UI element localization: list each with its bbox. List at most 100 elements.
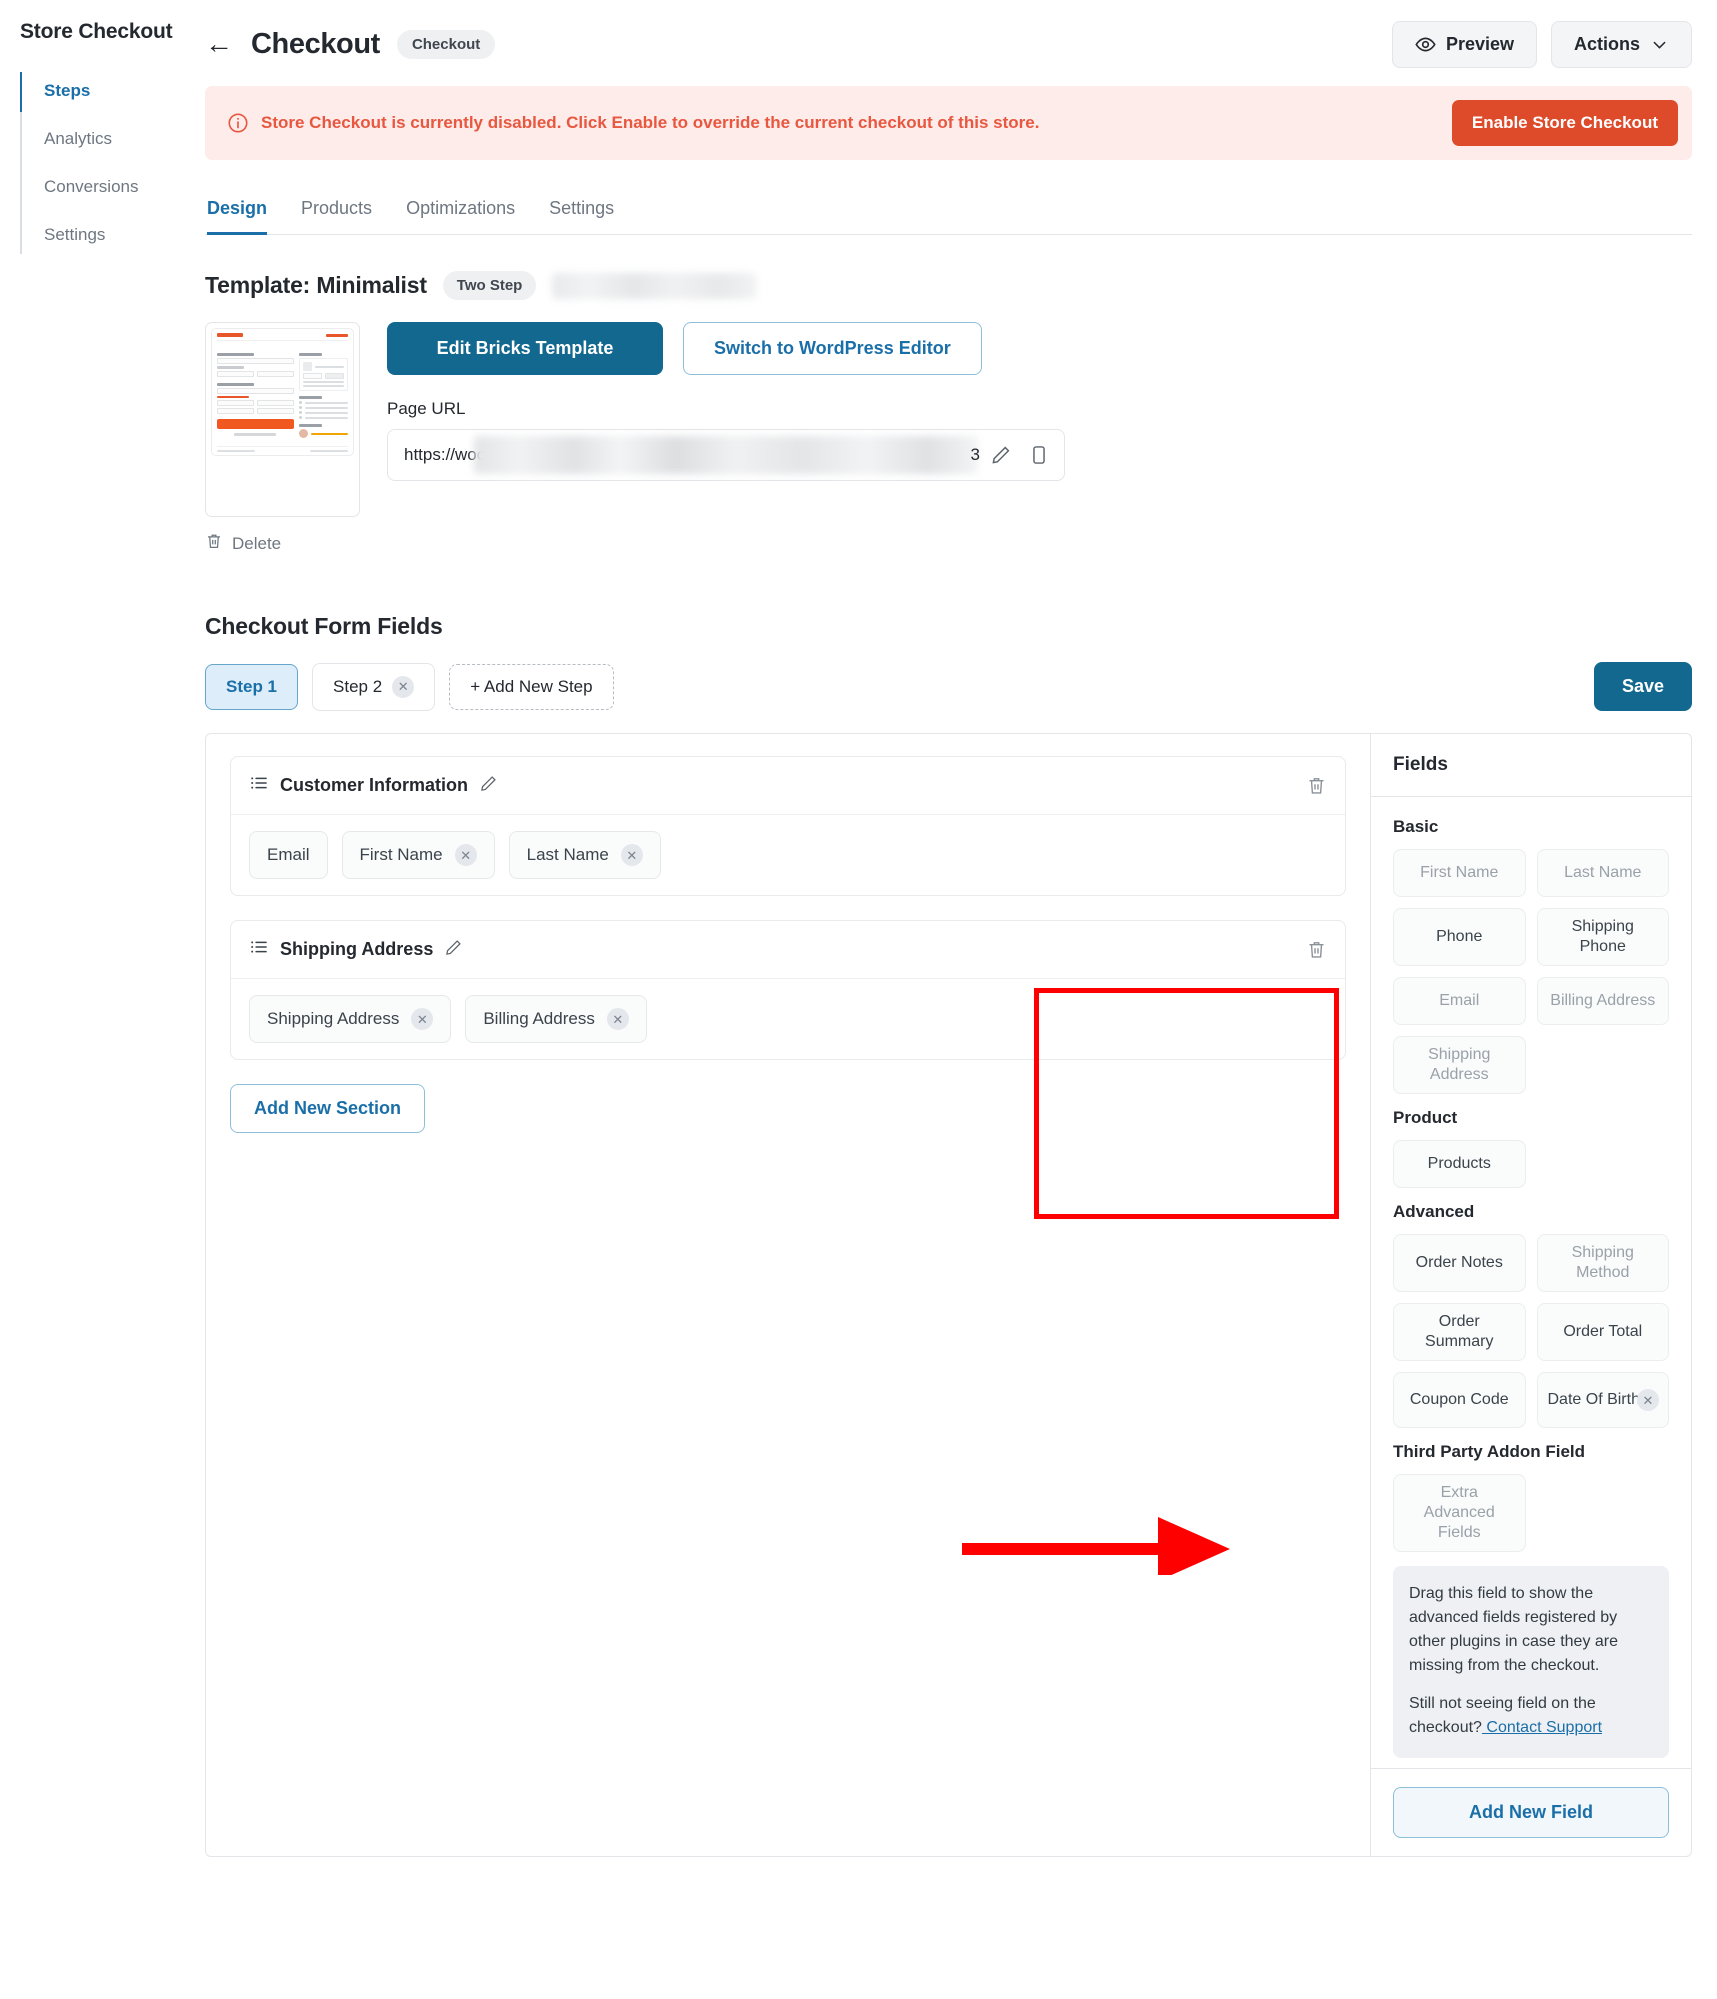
template-header: Template: Minimalist Two Step — [205, 271, 1717, 300]
fields-group-third-party: Extra Advanced Fields — [1393, 1474, 1669, 1552]
page-url-field[interactable]: https://wooc 3 — [387, 429, 1065, 481]
section-title: Shipping Address — [280, 939, 434, 959]
template-thumbnail-column: Delete — [205, 322, 360, 555]
fields-group-title-basic: Basic — [1393, 817, 1439, 836]
page-url-tail: 3 — [970, 445, 980, 464]
remove-step-2-icon[interactable]: ✕ — [392, 675, 415, 698]
field-tile-first-name[interactable]: First Name — [1393, 849, 1526, 897]
pencil-icon[interactable] — [479, 774, 498, 798]
field-tile-extra-advanced-fields[interactable]: Extra Advanced Fields — [1393, 1474, 1526, 1552]
main-tabs: Design Products Optimizations Settings — [205, 198, 1692, 235]
sidebar-item-steps[interactable]: Steps — [44, 72, 205, 110]
form-builder: Customer Information Email First Name ✕ … — [205, 733, 1692, 1857]
step-tab-2-label: Step 2 — [333, 676, 383, 696]
page-url-label: Page URL — [387, 399, 466, 418]
page-title: Checkout — [251, 27, 380, 60]
field-tile-coupon-code[interactable]: Coupon Code — [1393, 1372, 1526, 1428]
add-new-section-button[interactable]: Add New Section — [230, 1084, 426, 1133]
left-sidebar: Store Checkout Steps Analytics Conversio… — [0, 0, 205, 1999]
tab-design[interactable]: Design — [207, 198, 268, 235]
note-paragraph-1: Drag this field to show the advanced fie… — [1409, 1585, 1619, 1674]
contact-support-link[interactable]: Contact Support — [1482, 1719, 1602, 1736]
template-action-buttons: Edit Bricks Template Switch to WordPress… — [387, 322, 1717, 375]
template-preview-thumbnail[interactable] — [205, 322, 360, 517]
section-header: Customer Information — [231, 757, 1345, 815]
arrow-left-icon[interactable]: ← — [205, 30, 233, 58]
fields-group-title-third-party: Third Party Addon Field — [1393, 1442, 1586, 1461]
list-icon — [249, 937, 269, 962]
sidebar-item-analytics[interactable]: Analytics — [44, 120, 205, 158]
add-new-field-button[interactable]: Add New Field — [1393, 1787, 1669, 1838]
step-tab-1[interactable]: Step 1 — [205, 663, 299, 710]
checkout-form-fields-heading: Checkout Form Fields — [205, 613, 443, 639]
field-tile-order-total[interactable]: Order Total — [1536, 1303, 1669, 1361]
pencil-icon[interactable] — [444, 938, 463, 962]
field-tile-email[interactable]: Email — [1393, 977, 1526, 1025]
field-tile-billing-address[interactable]: Billing Address — [1536, 977, 1669, 1025]
template-actions-column: Edit Bricks Template Switch to WordPress… — [387, 322, 1717, 555]
enable-store-checkout-button[interactable]: Enable Store Checkout — [1451, 100, 1678, 146]
section-customer-information: Customer Information Email First Name ✕ … — [230, 756, 1346, 896]
step-tab-2[interactable]: Step 2 ✕ — [312, 662, 436, 711]
tab-products[interactable]: Products — [301, 198, 372, 235]
preview-button[interactable]: Preview — [1391, 20, 1537, 68]
sidebar-title: Store Checkout — [20, 20, 173, 43]
field-tile-order-summary[interactable]: Order Summary — [1393, 1303, 1526, 1361]
remove-field-icon[interactable]: ✕ — [454, 844, 477, 866]
field-tile-shipping-address[interactable]: Shipping Address — [1393, 1036, 1526, 1094]
eye-icon — [1415, 34, 1436, 55]
field-tile-last-name[interactable]: Last Name — [1536, 849, 1669, 897]
delete-template-button[interactable]: Delete — [205, 532, 360, 555]
template-body: Delete Edit Bricks Template Switch to Wo… — [205, 322, 1717, 555]
actions-button[interactable]: Actions — [1550, 20, 1692, 68]
remove-field-icon[interactable]: ✕ — [1637, 1389, 1659, 1411]
switch-to-wordpress-editor-button[interactable]: Switch to WordPress Editor — [683, 322, 982, 375]
sidebar-nav: Steps Analytics Conversions Settings — [20, 72, 205, 254]
field-chip-label: Last Name — [526, 845, 609, 864]
tab-settings[interactable]: Settings — [549, 198, 614, 235]
field-tile-date-of-birth[interactable]: Date Of Birth ✕ — [1536, 1372, 1669, 1428]
trash-icon — [205, 532, 223, 555]
fields-panel-footer: Add New Field — [1371, 1768, 1691, 1856]
pencil-icon[interactable] — [990, 444, 1012, 466]
field-tile-order-notes[interactable]: Order Notes — [1393, 1234, 1526, 1292]
section-fields: Email First Name ✕ Last Name ✕ — [231, 815, 1345, 895]
save-button[interactable]: Save — [1593, 662, 1692, 711]
section-header: Shipping Address — [231, 921, 1345, 979]
remove-field-icon[interactable]: ✕ — [606, 1008, 629, 1030]
fields-group-title-product: Product — [1393, 1108, 1458, 1127]
copy-icon[interactable] — [1028, 444, 1050, 466]
field-chip-first-name[interactable]: First Name ✕ — [341, 831, 495, 879]
alert-message: Store Checkout is currently disabled. Cl… — [261, 113, 1040, 132]
edit-bricks-template-button[interactable]: Edit Bricks Template — [387, 322, 663, 375]
field-chip-label: Shipping Address — [267, 1009, 400, 1028]
main-content: ← Checkout Checkout Preview Actions Stor… — [205, 0, 1717, 1999]
fields-panel-body: Basic First Name Last Name Phone Shippin… — [1371, 797, 1691, 1768]
fields-panel-title: Fields — [1371, 734, 1691, 797]
delete-section-icon[interactable] — [1306, 939, 1327, 960]
field-chip-shipping-address[interactable]: Shipping Address ✕ — [249, 995, 452, 1043]
redacted-template-meta — [552, 272, 758, 299]
preview-button-label: Preview — [1445, 33, 1514, 54]
field-tile-shipping-method[interactable]: Shipping Method — [1536, 1234, 1669, 1292]
fields-group-advanced: Order Notes Shipping Method Order Summar… — [1393, 1234, 1669, 1428]
actions-button-label: Actions — [1573, 33, 1640, 54]
remove-field-icon[interactable]: ✕ — [620, 844, 643, 866]
fields-group-title-advanced: Advanced — [1393, 1202, 1475, 1221]
sidebar-item-settings[interactable]: Settings — [44, 216, 205, 254]
field-chip-billing-address[interactable]: Billing Address ✕ — [465, 995, 647, 1043]
field-chip-last-name[interactable]: Last Name ✕ — [508, 831, 661, 879]
page-header: ← Checkout Checkout Preview Actions — [205, 0, 1717, 70]
field-tile-products[interactable]: Products — [1393, 1140, 1526, 1188]
add-new-step-button[interactable]: + Add New Step — [449, 663, 614, 710]
sidebar-item-conversions[interactable]: Conversions — [44, 168, 205, 206]
form-sections-area: Customer Information Email First Name ✕ … — [206, 734, 1371, 1856]
delete-section-icon[interactable] — [1306, 775, 1327, 796]
note-paragraph-2: Still not seeing field on the checkout? … — [1409, 1692, 1653, 1740]
field-tile-shipping-phone[interactable]: Shipping Phone — [1536, 908, 1669, 966]
tab-optimizations[interactable]: Optimizations — [406, 198, 515, 235]
field-chip-email[interactable]: Email — [249, 831, 328, 879]
template-title: Template: Minimalist — [205, 272, 427, 298]
remove-field-icon[interactable]: ✕ — [411, 1008, 434, 1030]
field-tile-phone[interactable]: Phone — [1393, 908, 1526, 966]
